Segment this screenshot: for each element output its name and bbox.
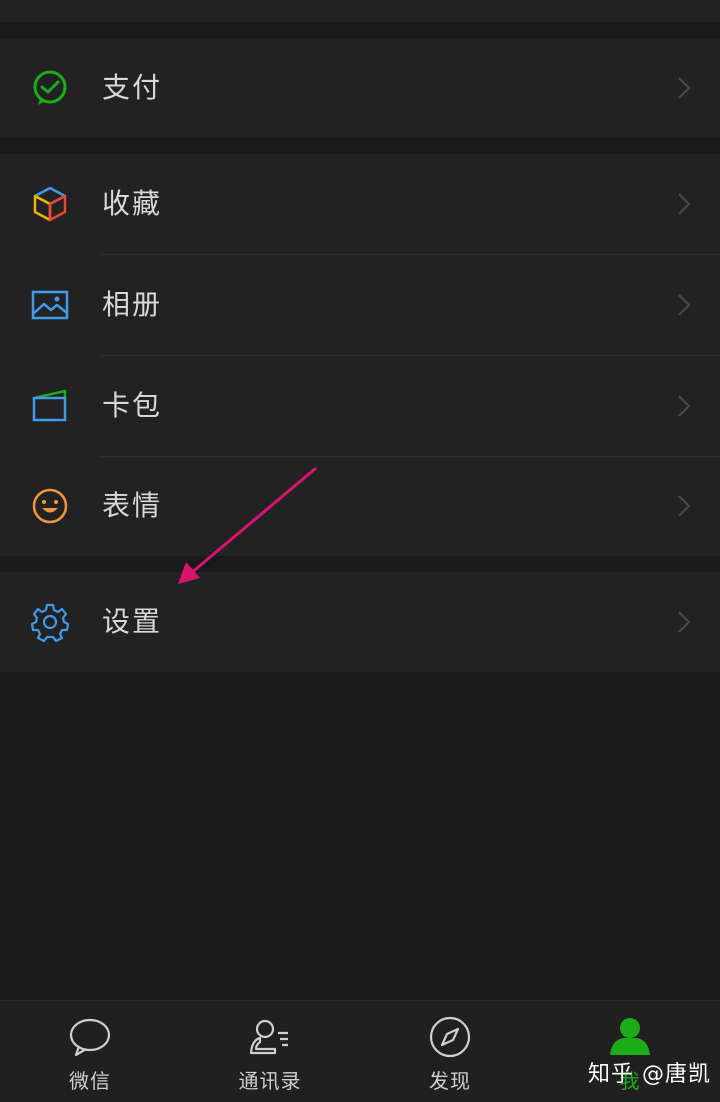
chevron-right-icon: [676, 610, 692, 634]
profile-icon: [608, 1015, 652, 1059]
chevron-right-icon: [676, 494, 692, 518]
menu-item-label: 相册: [102, 288, 163, 321]
menu-item-label: 收藏: [102, 187, 163, 220]
wechat-pay-icon: [30, 68, 70, 108]
chevron-right-icon: [676, 394, 692, 418]
menu-item-cards[interactable]: 卡包: [0, 356, 720, 456]
menu-item-label: 表情: [102, 489, 163, 522]
contacts-icon: [248, 1015, 292, 1059]
compass-icon: [428, 1015, 472, 1059]
chevron-right-icon: [676, 192, 692, 216]
photo-album-icon: [30, 285, 70, 325]
menu-item-settings[interactable]: 设置: [0, 572, 720, 672]
gear-icon: [30, 602, 70, 642]
watermark: 知乎 @唐凯: [588, 1062, 711, 1087]
settings-group: 设置: [0, 572, 720, 672]
pay-group: 支付: [0, 38, 720, 138]
main-group: 收藏 相册 卡包 表情: [0, 154, 720, 556]
chevron-right-icon: [676, 76, 692, 100]
tab-discover[interactable]: 发现: [360, 1001, 540, 1102]
menu-item-label: 卡包: [102, 389, 163, 422]
tab-contacts[interactable]: 通讯录: [180, 1001, 360, 1102]
chevron-right-icon: [676, 293, 692, 317]
smiley-face-icon: [30, 486, 70, 526]
menu-item-stickers[interactable]: 表情: [0, 456, 720, 556]
card-wallet-icon: [30, 386, 70, 426]
menu-item-favorites[interactable]: 收藏: [0, 154, 720, 254]
favorites-cube-icon: [30, 184, 70, 224]
menu-item-album[interactable]: 相册: [0, 255, 720, 355]
tab-chats[interactable]: 微信: [0, 1001, 180, 1102]
top-section-edge: [0, 0, 720, 22]
tab-label: 发现: [429, 1069, 471, 1093]
menu-item-label: 支付: [102, 71, 163, 104]
tab-label: 通讯录: [238, 1069, 302, 1093]
chat-bubble-icon: [68, 1015, 112, 1059]
menu-item-pay[interactable]: 支付: [0, 38, 720, 138]
menu-item-label: 设置: [102, 605, 163, 638]
tab-label: 微信: [69, 1069, 111, 1093]
